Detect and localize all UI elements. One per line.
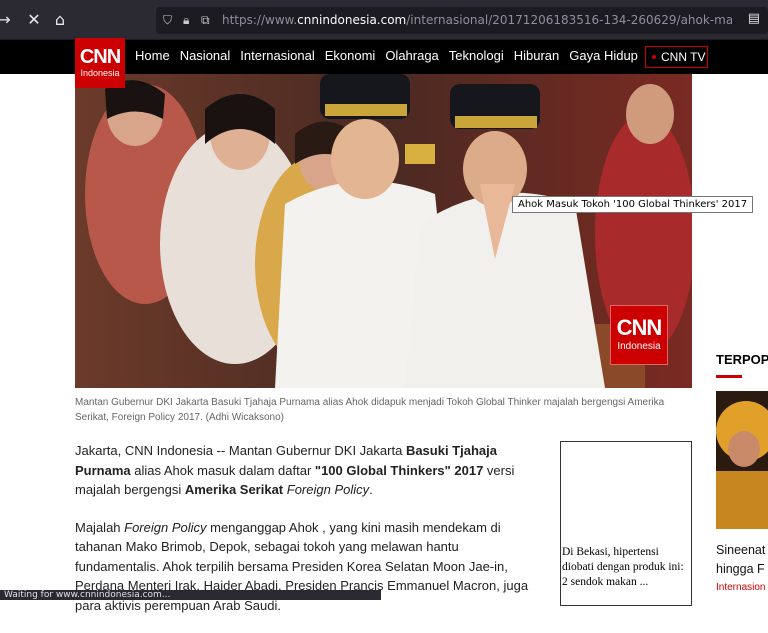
article-paragraph: Majalah Foreign Policy menganggap Ahok ,… (75, 519, 529, 613)
image-tooltip: Ahok Masuk Tokoh '100 Global Thinkers' 2… (512, 196, 754, 213)
sidebar-article-category[interactable]: Internasion (716, 582, 765, 593)
nav-item-nasional[interactable]: Nasional (180, 48, 231, 66)
lock-icon[interactable]: 🔒︎ (183, 11, 189, 29)
sidebar-thumbnail-illustration (716, 391, 768, 529)
nav-item-ekonomi[interactable]: Ekonomi (325, 48, 376, 66)
heading-underline (716, 375, 742, 378)
nav-item-home[interactable]: Home (135, 48, 170, 66)
nav-menu: Home Nasional Internasional Ekonomi Olah… (135, 48, 648, 66)
permissions-icon[interactable]: ⧉ (201, 11, 210, 29)
shield-icon[interactable]: ⛉ (163, 11, 172, 29)
photo-cnn-watermark: CNN Indonesia (610, 305, 668, 365)
browser-toolbar: → ✕ ⌂ ⛉ 🔒︎ ⧉ https://www.cnnindonesia.co… (0, 0, 768, 40)
url-bar[interactable]: ⛉ 🔒︎ ⧉ https://www.cnnindonesia.com/inte… (156, 7, 768, 34)
sidebar-article-title[interactable]: Sineenat hingga F (716, 541, 765, 579)
nav-item-teknologi[interactable]: Teknologi (449, 48, 504, 66)
hero-photo-illustration (75, 74, 692, 388)
ad-text[interactable]: Di Bekasi, hipertensi diobati dengan pro… (561, 545, 691, 590)
reader-view-icon[interactable]: ▤ (748, 11, 760, 26)
image-caption: Mantan Gubernur DKI Jakarta Basuki Tjaha… (75, 397, 665, 423)
home-icon[interactable]: ⌂ (50, 10, 70, 30)
sidebar-thumbnail[interactable] (716, 391, 768, 529)
url-text[interactable]: https://www.cnnindonesia.com/internasion… (222, 13, 732, 27)
article-body: Jakarta, CNN Indonesia -- Mantan Gubernu… (75, 441, 545, 633)
advertisement[interactable]: Di Bekasi, hipertensi diobati dengan pro… (560, 441, 692, 606)
article-paragraph: Jakarta, CNN Indonesia -- Mantan Gubernu… (75, 443, 515, 497)
cnn-logo[interactable]: CNN Indonesia (75, 38, 125, 88)
sidebar-heading: TERPOP (716, 352, 768, 367)
live-dot-icon (652, 54, 656, 59)
browser-status-bar: Waiting for www.cnnindonesia.com... (0, 590, 381, 600)
cnn-tv-button[interactable]: CNN TV (645, 46, 708, 68)
link-amerika-serikat[interactable]: Amerika Serikat (185, 482, 283, 497)
nav-item-hiburan[interactable]: Hiburan (514, 48, 560, 66)
close-icon[interactable]: ✕ (24, 10, 44, 30)
nav-item-gaya-hidup[interactable]: Gaya Hidup (569, 48, 638, 66)
nav-item-olahraga[interactable]: Olahraga (385, 48, 438, 66)
article-hero-image: CNN Indonesia (75, 74, 692, 388)
nav-item-internasional[interactable]: Internasional (240, 48, 314, 66)
arrow-right-icon[interactable]: → (0, 10, 14, 30)
link-global-thinkers[interactable]: "100 Global Thinkers" 2017 (315, 463, 483, 478)
